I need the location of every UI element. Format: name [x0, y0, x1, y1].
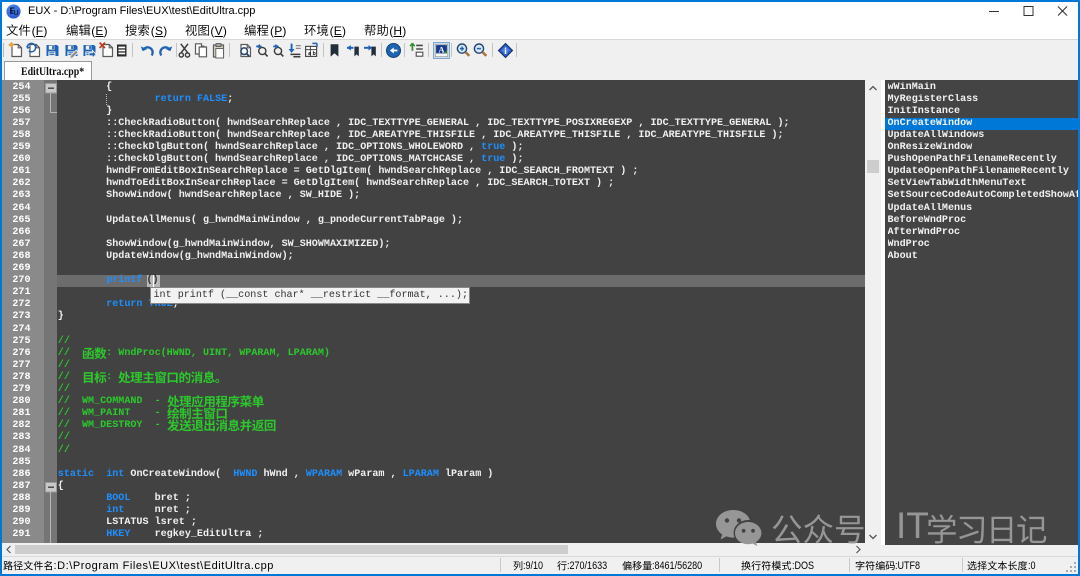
svg-text:a: a	[308, 51, 311, 57]
